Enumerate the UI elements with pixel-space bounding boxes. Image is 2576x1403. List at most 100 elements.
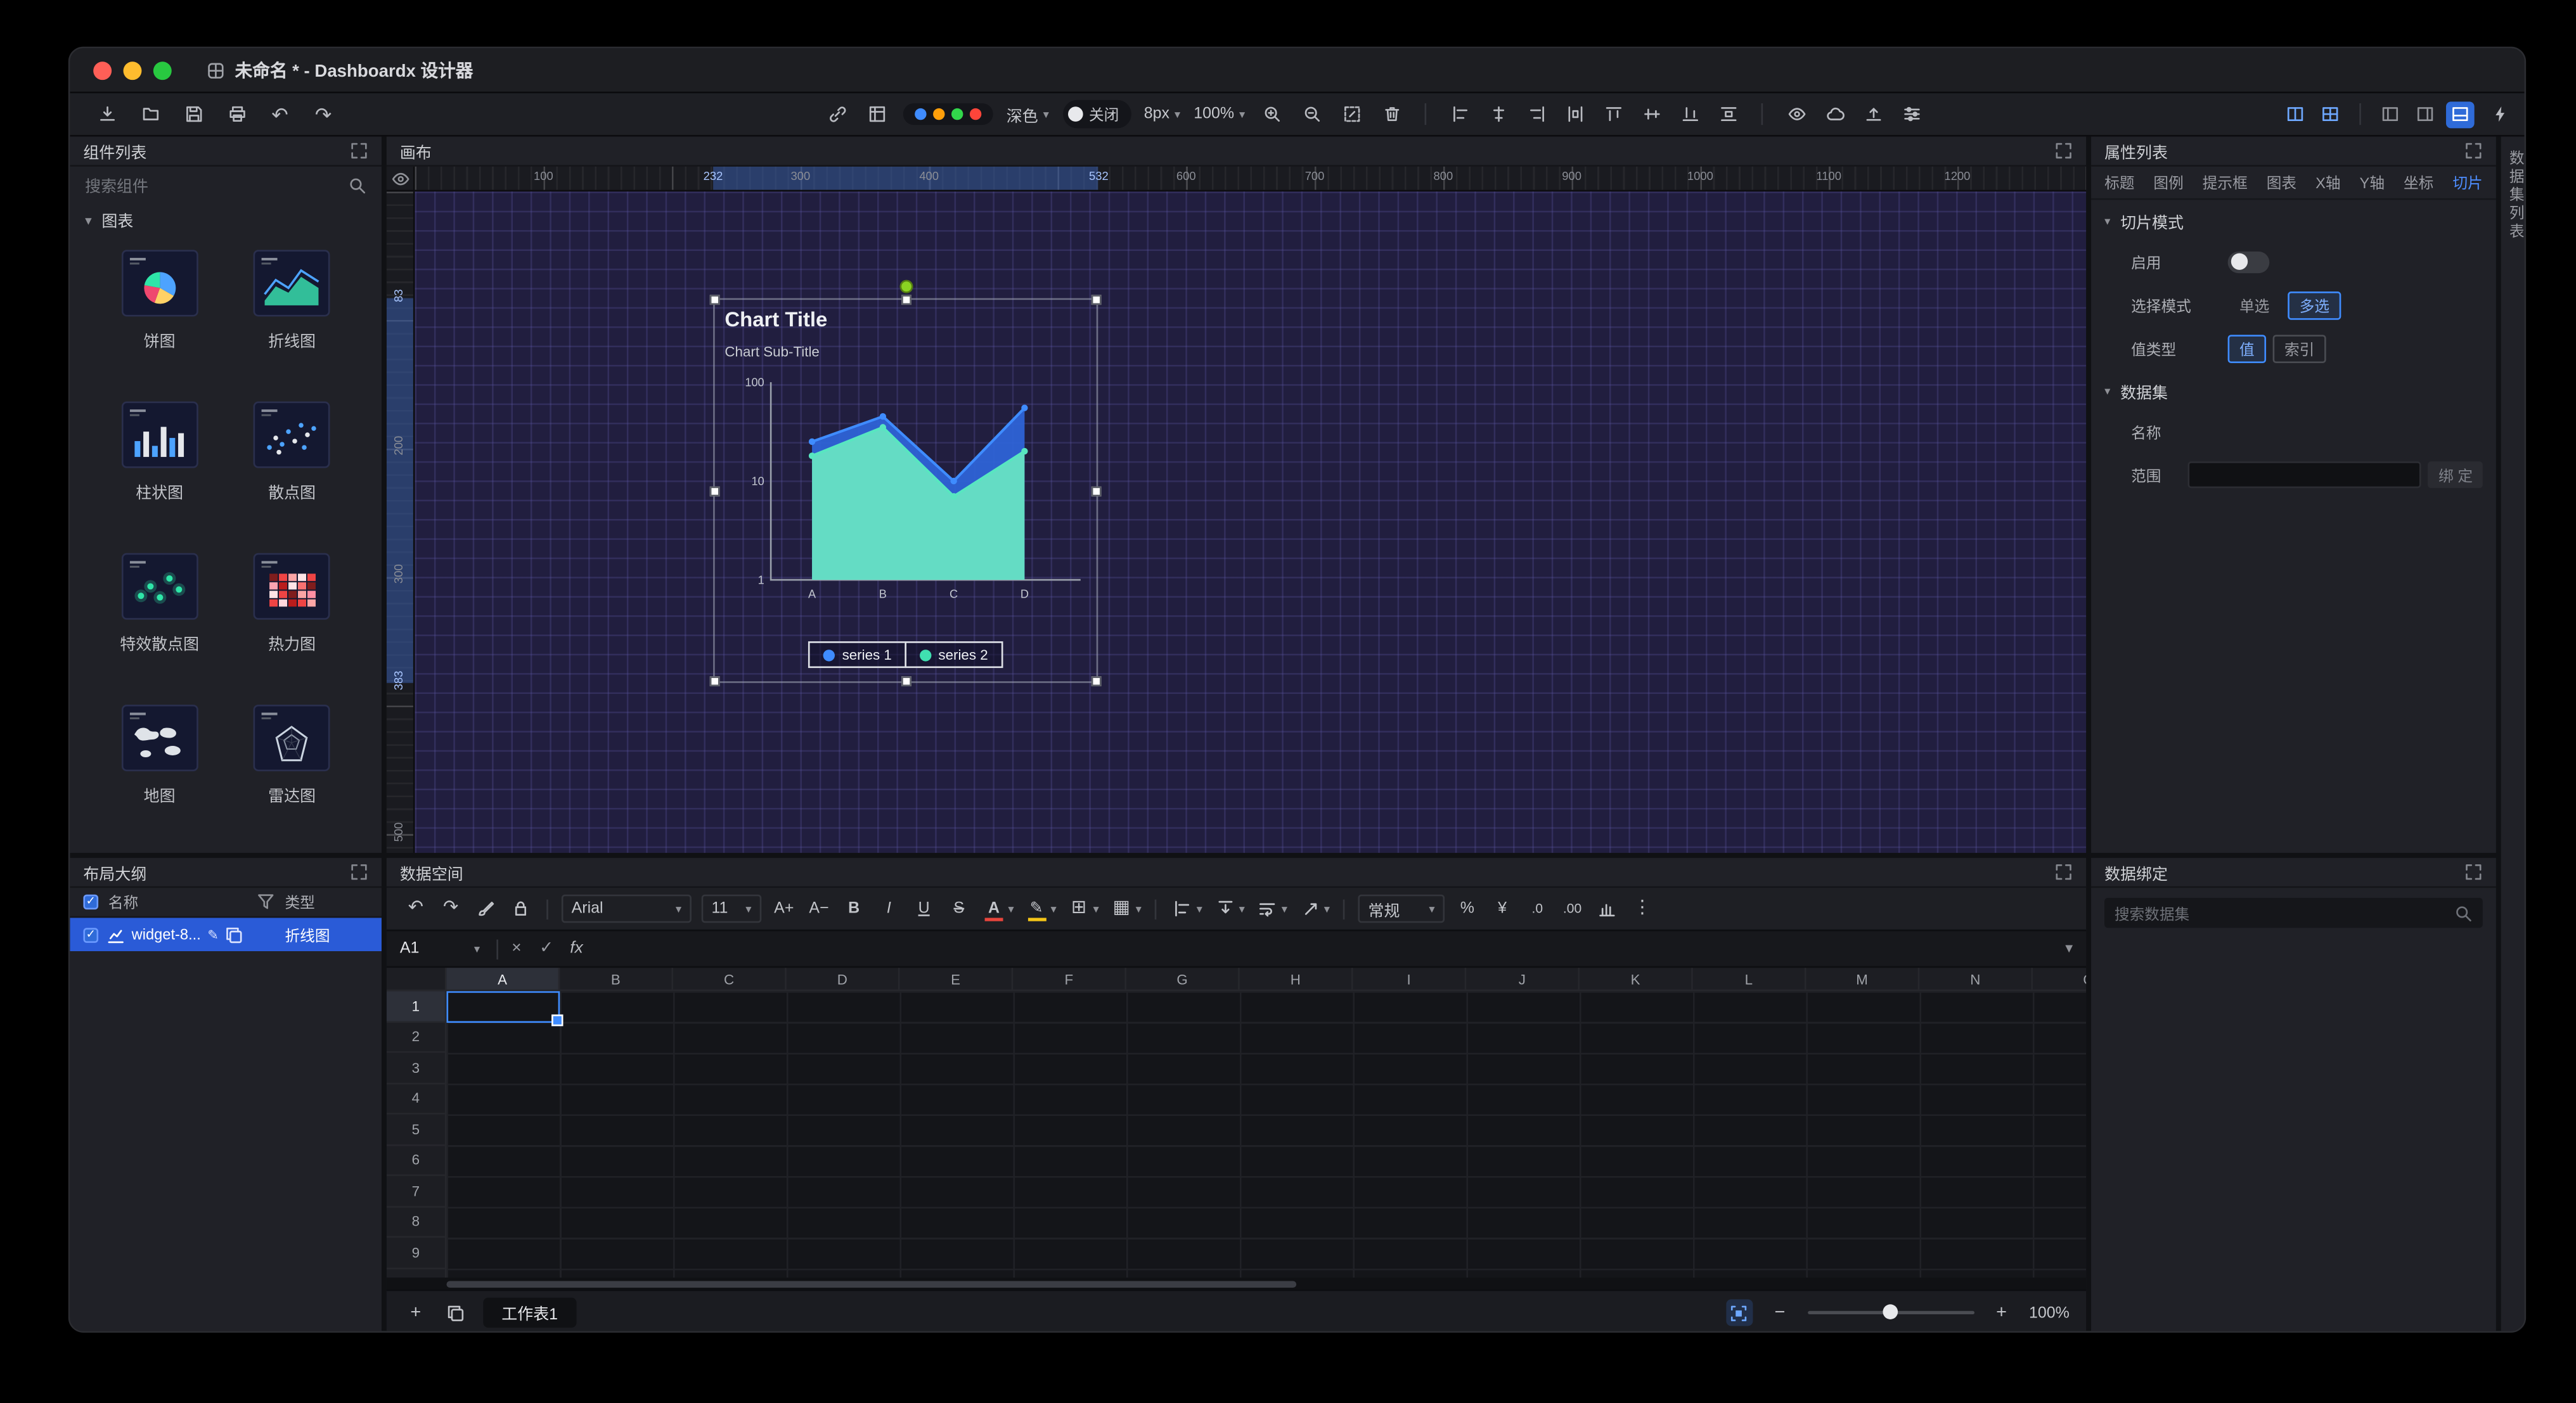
panel-grid-button[interactable] bbox=[2316, 101, 2345, 127]
color-swatch[interactable] bbox=[915, 108, 926, 120]
column-header[interactable]: K bbox=[1580, 968, 1693, 989]
enable-toggle[interactable] bbox=[2228, 251, 2270, 272]
property-tab[interactable]: X轴 bbox=[2315, 172, 2340, 193]
color-swatch[interactable] bbox=[970, 108, 981, 120]
column-header[interactable]: F bbox=[1013, 968, 1126, 989]
column-header[interactable]: I bbox=[1353, 968, 1467, 989]
resize-handle[interactable] bbox=[710, 295, 720, 305]
close-window-button[interactable] bbox=[93, 61, 112, 79]
outline-row-widget[interactable]: ✓ widget-8... ✎ 折线图 bbox=[70, 918, 382, 951]
expand-icon[interactable] bbox=[2464, 141, 2483, 160]
row-header[interactable]: 4 bbox=[387, 1084, 445, 1115]
more-options-icon[interactable]: ⋮ bbox=[1630, 895, 1654, 922]
currency-format-button[interactable]: ¥ bbox=[1490, 895, 1514, 922]
formula-bar-expand-icon[interactable]: ▾ bbox=[2065, 940, 2073, 958]
download-icon[interactable] bbox=[93, 101, 120, 127]
link-icon[interactable] bbox=[823, 101, 850, 127]
component-card-line[interactable]: 折线图 bbox=[254, 250, 330, 351]
horizontal-scrollbar[interactable] bbox=[387, 1278, 2086, 1289]
segment-option[interactable]: 值 bbox=[2228, 334, 2267, 362]
segment-option[interactable]: 索引 bbox=[2273, 334, 2326, 362]
segment-option[interactable]: 单选 bbox=[2228, 291, 2281, 319]
column-header[interactable]: E bbox=[900, 968, 1014, 989]
bolt-icon[interactable] bbox=[2486, 101, 2513, 127]
color-swatch[interactable] bbox=[933, 108, 944, 120]
cloud-icon[interactable] bbox=[1822, 101, 1848, 127]
column-headers[interactable]: ABCDEFGHIJKLMNO bbox=[387, 968, 2086, 991]
ruler-visibility-toggle[interactable] bbox=[387, 167, 415, 191]
component-card-fx-scatter[interactable]: 特效散点图 bbox=[120, 553, 199, 655]
row-checkbox[interactable]: ✓ bbox=[83, 927, 98, 942]
column-header[interactable]: B bbox=[560, 968, 673, 989]
row-header[interactable]: 6 bbox=[387, 1145, 445, 1176]
undo-icon[interactable]: ↶ bbox=[267, 101, 293, 127]
stroke-width-select[interactable]: 8px▾ bbox=[1144, 105, 1180, 124]
component-card-map[interactable]: 地图 bbox=[121, 705, 198, 806]
panel-left-button[interactable] bbox=[2376, 101, 2405, 127]
font-family-select[interactable]: Arial▾ bbox=[562, 895, 692, 923]
row-header[interactable]: 9 bbox=[387, 1238, 445, 1269]
resize-handle[interactable] bbox=[901, 677, 911, 687]
row-header[interactable]: 7 bbox=[387, 1176, 445, 1207]
row-header[interactable]: 1 bbox=[387, 991, 445, 1022]
resize-handle[interactable] bbox=[901, 295, 911, 305]
component-card-scatter[interactable]: 散点图 bbox=[254, 402, 330, 503]
component-search-input[interactable]: 搜索组件 bbox=[70, 167, 382, 203]
slice-mode-section-toggle[interactable]: ▾ 切片模式 bbox=[2091, 203, 2496, 240]
number-format-select[interactable]: 常规▾ bbox=[1358, 895, 1445, 923]
dataset-search-input[interactable]: 搜索数据集 bbox=[2104, 898, 2483, 928]
panel-cols-button[interactable] bbox=[2281, 101, 2310, 127]
bind-button[interactable]: 绑 定 bbox=[2428, 461, 2482, 488]
vertical-align-button[interactable] bbox=[1213, 895, 1237, 922]
text-wrap-button[interactable] bbox=[1255, 895, 1280, 922]
property-tab[interactable]: 切片 bbox=[2452, 172, 2482, 193]
sheet-tab[interactable]: 工作表1 bbox=[483, 1298, 576, 1328]
align-bottom-icon[interactable] bbox=[1677, 101, 1703, 127]
trash-icon[interactable] bbox=[1379, 101, 1405, 127]
column-header[interactable]: N bbox=[1919, 968, 2033, 989]
dist-h-icon[interactable] bbox=[1562, 101, 1588, 127]
insert-chart-icon[interactable] bbox=[1595, 895, 1620, 922]
filter-icon[interactable] bbox=[257, 893, 275, 911]
dataset-list-strip[interactable]: 数据集列表 bbox=[2501, 137, 2526, 1333]
eye-icon[interactable] bbox=[1783, 101, 1810, 127]
horizontal-ruler[interactable]: 100232300400532600700800900100011001200 bbox=[415, 167, 2087, 191]
fill-color-button[interactable]: ✎ bbox=[1024, 895, 1048, 922]
align-right-icon[interactable] bbox=[1523, 101, 1550, 127]
legend-item[interactable]: series 2 bbox=[905, 642, 1003, 669]
text-color-button[interactable]: A bbox=[981, 895, 1006, 922]
horizontal-align-button[interactable] bbox=[1170, 895, 1195, 922]
save-icon[interactable] bbox=[180, 101, 207, 127]
font-size-select[interactable]: 11▾ bbox=[702, 895, 762, 923]
row-header[interactable]: 3 bbox=[387, 1053, 445, 1084]
row-headers[interactable]: 123456789 bbox=[387, 991, 447, 1278]
decrease-decimal-button[interactable]: .0 bbox=[1525, 895, 1550, 922]
align-top-icon[interactable] bbox=[1600, 101, 1626, 127]
strikethrough-button[interactable]: S bbox=[946, 895, 971, 922]
align-left-icon[interactable] bbox=[1446, 101, 1473, 127]
font-increase-button[interactable]: A+ bbox=[771, 895, 796, 922]
column-header[interactable]: C bbox=[673, 968, 787, 989]
component-card-heatmap[interactable]: 热力图 bbox=[254, 553, 330, 655]
sheet-grid[interactable] bbox=[446, 991, 2086, 1278]
underline-button[interactable]: U bbox=[911, 895, 936, 922]
redo-icon[interactable]: ↷ bbox=[310, 101, 337, 127]
column-header[interactable]: A bbox=[446, 968, 560, 989]
component-card-bar[interactable]: 柱状图 bbox=[121, 402, 198, 503]
component-card-radar[interactable]: 雷达图 bbox=[254, 705, 330, 806]
property-tab[interactable]: 提示框 bbox=[2203, 172, 2248, 193]
cell-reference-box[interactable]: A1▾ bbox=[387, 940, 493, 958]
upload-icon[interactable] bbox=[1860, 101, 1886, 127]
percent-format-button[interactable]: % bbox=[1455, 895, 1479, 922]
maximize-window-button[interactable] bbox=[153, 61, 172, 79]
resize-handle[interactable] bbox=[710, 677, 720, 687]
function-icon[interactable]: fx bbox=[562, 940, 591, 958]
format-painter-icon[interactable] bbox=[473, 895, 498, 922]
state-toggle[interactable]: 关闭 bbox=[1062, 100, 1131, 129]
property-tab[interactable]: 坐标 bbox=[2404, 172, 2433, 193]
design-canvas[interactable]: 100101ABCD Chart Title Chart Sub-Title s… bbox=[415, 191, 2087, 853]
italic-button[interactable]: I bbox=[877, 895, 901, 922]
column-header[interactable]: D bbox=[787, 968, 900, 989]
panel-right-button[interactable] bbox=[2411, 101, 2440, 127]
expand-icon[interactable] bbox=[2054, 863, 2073, 881]
